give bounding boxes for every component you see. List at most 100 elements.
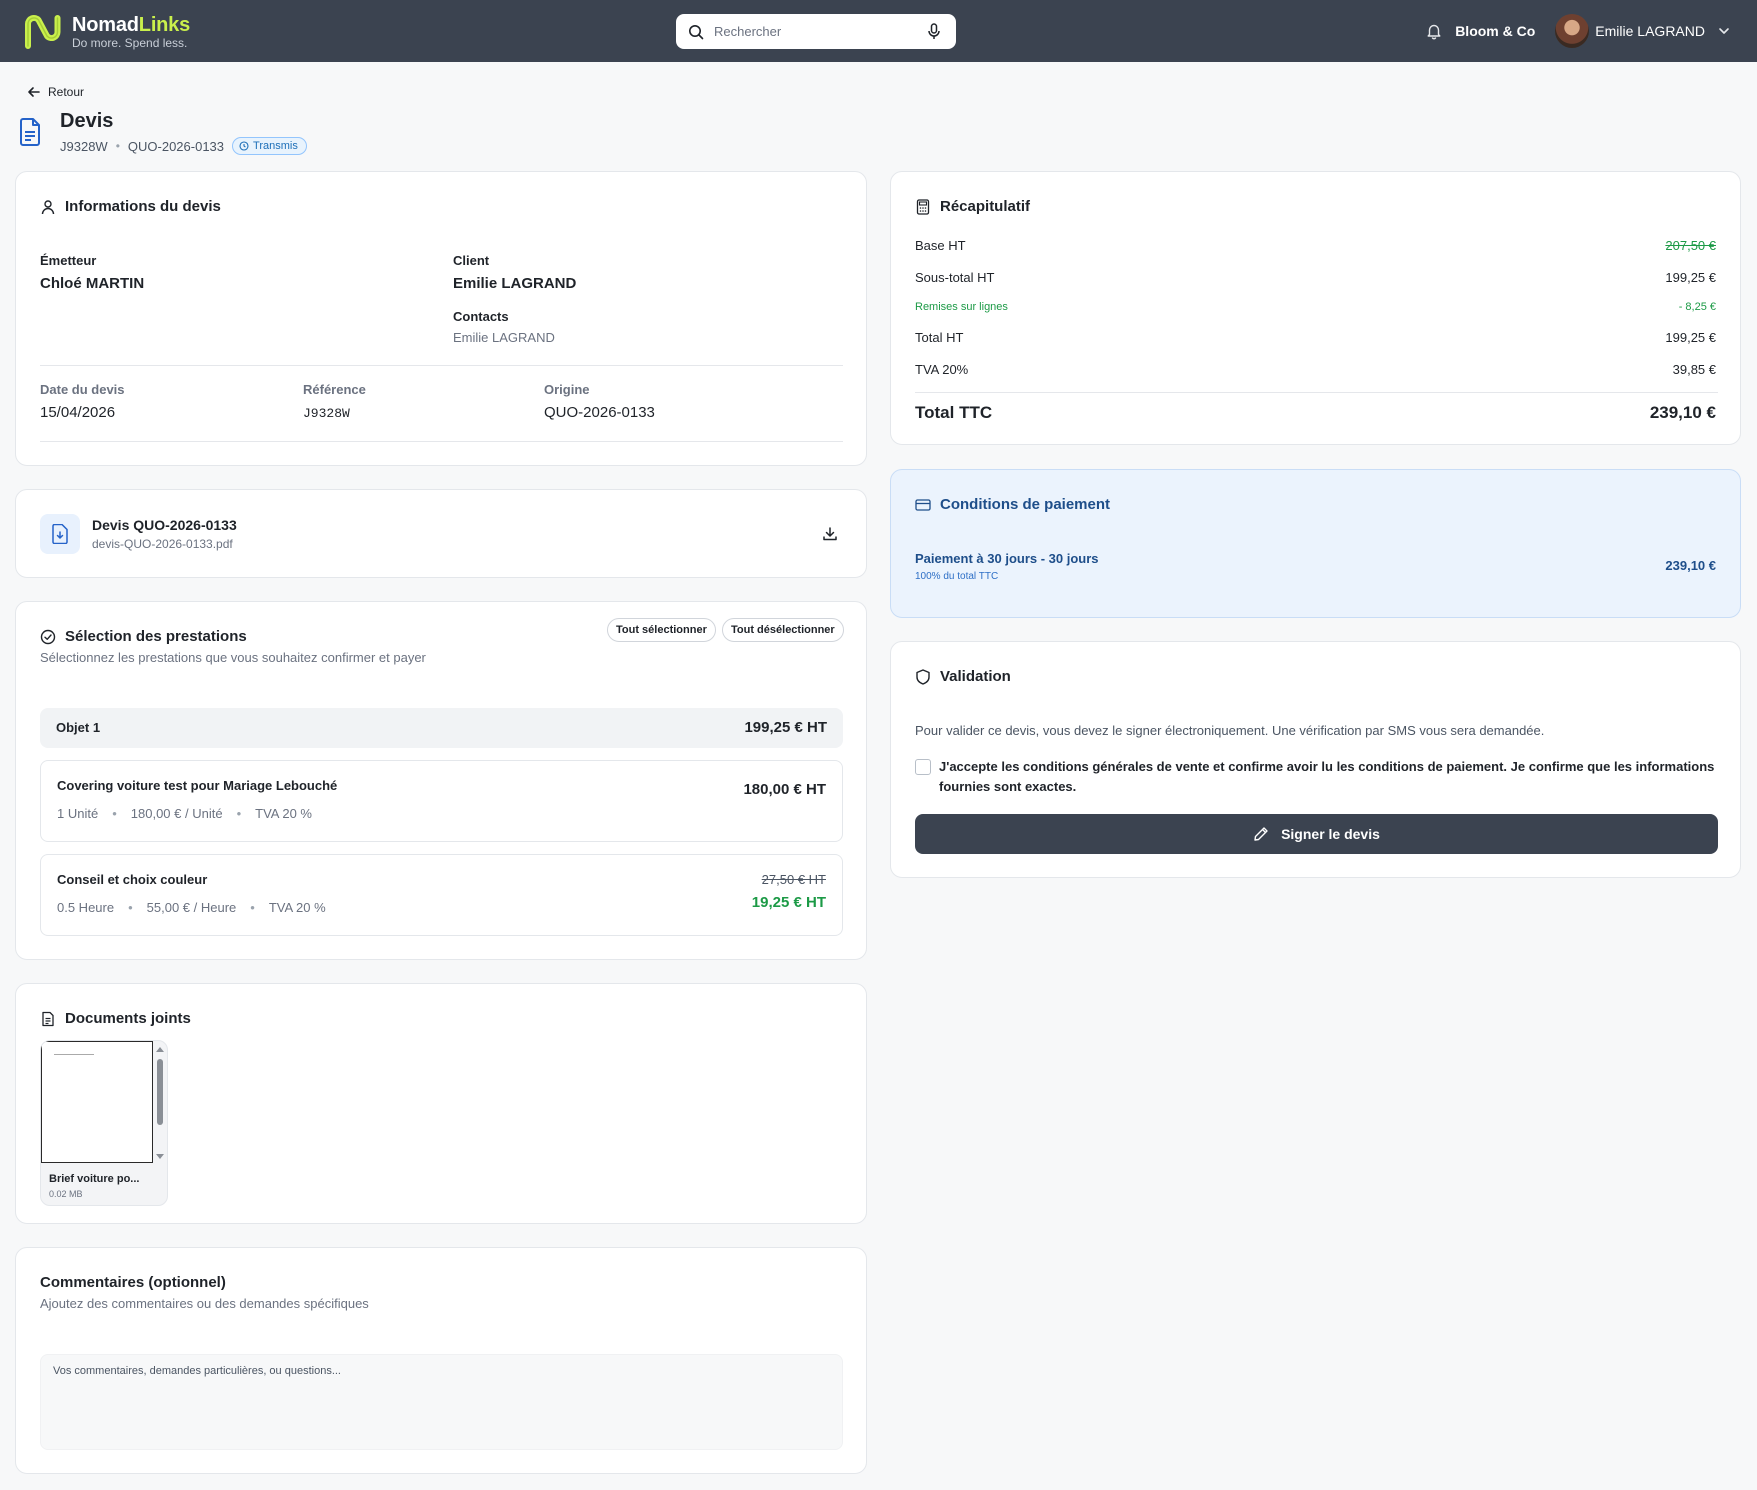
back-link[interactable]: Retour — [26, 84, 84, 100]
summary-row-value: - 8,25 € — [1678, 301, 1716, 313]
client-label: Client — [453, 253, 490, 268]
validation-card: Validation Pour valider ce devis, vous d… — [890, 641, 1741, 878]
quote-info-title-text: Informations du devis — [65, 198, 221, 215]
search-icon — [689, 24, 704, 39]
service-tva: TVA 20 % — [255, 806, 312, 821]
service-group-header: Objet 1 199,25 € HT — [40, 708, 843, 748]
attachments-title: Documents joints — [40, 1010, 191, 1027]
quote-info-card: Informations du devis Émetteur Chloé MAR… — [15, 171, 867, 466]
payment-term: Paiement à 30 jours - 30 jours — [915, 551, 1099, 566]
summary-total-ttc: Total TTC 239,10 € — [915, 403, 1716, 423]
client-value: Emilie LAGRAND — [453, 275, 577, 292]
summary-row-total-ht: Total HT 199,25 € — [915, 330, 1716, 345]
summary-row-value: 39,85 € — [1672, 362, 1716, 377]
bell-icon[interactable] — [1425, 22, 1443, 40]
scroll-down-arrow-icon[interactable] — [155, 1153, 165, 1161]
service-discounted-price: 19,25 € HT — [751, 894, 826, 911]
payment-conditions-card: Conditions de paiement Paiement à 30 jou… — [890, 469, 1741, 618]
contacts-label: Contacts — [453, 309, 509, 324]
company-name[interactable]: Bloom & Co — [1455, 23, 1535, 39]
summary-row-label: Remises sur lignes — [915, 301, 1008, 313]
separator-dot: • — [236, 806, 242, 821]
brand-logo[interactable]: NomadLinks Do more. Spend less. — [22, 12, 190, 52]
summary-row-label: TVA 20% — [915, 362, 969, 377]
preview-scrollbar[interactable] — [155, 1045, 165, 1161]
attachment-size: 0.02 MB — [49, 1189, 83, 1199]
origin-value: QUO-2026-0133 — [544, 404, 655, 421]
payment-amount: 239,10 € — [1665, 558, 1716, 573]
file-download-icon — [52, 524, 68, 544]
scrollbar-thumb[interactable] — [157, 1059, 163, 1125]
download-icon[interactable] — [822, 526, 838, 542]
attachment-thumbnail[interactable]: Brief voiture po... 0.02 MB — [40, 1040, 168, 1206]
brand-text: NomadLinks Do more. Spend less. — [72, 14, 190, 50]
comments-textarea[interactable] — [40, 1354, 843, 1450]
service-name: Conseil et choix couleur — [57, 872, 208, 887]
summary-row-tva: TVA 20% 39,85 € — [915, 362, 1716, 377]
reference-value: J9328W — [303, 406, 350, 421]
deselect-all-button[interactable]: Tout désélectionner — [722, 618, 844, 642]
total-ttc-label: Total TTC — [915, 403, 993, 422]
payment-subtext: 100% du total TTC — [915, 571, 999, 582]
summary-card: Récapitulatif Base HT 207,50 € Sous-tota… — [890, 171, 1741, 445]
service-group-name: Objet 1 — [56, 720, 101, 735]
user-name[interactable]: Emilie LAGRAND — [1595, 23, 1705, 39]
search-input[interactable] — [714, 24, 914, 39]
summary-title-text: Récapitulatif — [940, 198, 1031, 215]
validation-title: Validation — [915, 668, 1011, 685]
summary-row-value: 199,25 € — [1665, 270, 1716, 285]
summary-row-label: Base HT — [915, 238, 966, 253]
terms-checkbox[interactable] — [915, 759, 931, 775]
search-bar[interactable] — [676, 14, 956, 49]
select-all-button[interactable]: Tout sélectionner — [607, 618, 716, 642]
validation-title-text: Validation — [940, 668, 1011, 685]
service-unit-price: 55,00 € / Heure — [146, 900, 237, 915]
service-unit-price: 180,00 € / Unité — [130, 806, 223, 821]
nomadlinks-logo-icon — [24, 14, 61, 49]
attachment-name: Brief voiture po... — [49, 1173, 140, 1185]
sign-quote-button[interactable]: Signer le devis — [915, 814, 1718, 854]
pdf-title: Devis QUO-2026-0133 — [92, 517, 237, 533]
microphone-icon[interactable] — [926, 23, 942, 40]
clock-icon — [239, 141, 249, 151]
date-value: 15/04/2026 — [40, 404, 116, 421]
preview-text-line — [54, 1054, 94, 1055]
quote-subline: J9328W • QUO-2026-0133 Transmis — [60, 137, 307, 155]
attachments-card: Documents joints Brief voiture po... 0.0… — [15, 983, 867, 1224]
pen-icon — [1254, 827, 1268, 841]
service-line-item[interactable]: Covering voiture test pour Mariage Lebou… — [40, 760, 843, 842]
service-tva: TVA 20 % — [268, 900, 326, 915]
reference-label: Référence — [303, 382, 366, 397]
quote-ref-code: J9328W — [60, 138, 108, 154]
service-group-total: 199,25 € HT — [744, 719, 827, 736]
file-text-icon — [42, 1011, 54, 1026]
summary-row-label: Total HT — [915, 330, 964, 345]
sign-quote-label: Signer le devis — [1281, 826, 1380, 842]
scroll-up-arrow-icon[interactable] — [155, 1045, 165, 1053]
services-selection-card: Sélection des prestations Tout sélection… — [15, 601, 867, 960]
service-quantity: 1 Unité — [57, 806, 99, 821]
service-meta: 0.5 Heure • 55,00 € / Heure • TVA 20 % — [57, 900, 326, 915]
emitter-value: Chloé MARTIN — [40, 275, 145, 292]
top-navigation-bar: NomadLinks Do more. Spend less. Bloom & … — [0, 0, 1757, 62]
summary-row-base-ht: Base HT 207,50 € — [915, 238, 1716, 253]
calculator-icon — [916, 198, 930, 215]
separator-dot: • — [128, 900, 133, 915]
contacts-value: Emilie LAGRAND — [453, 330, 555, 345]
service-price: 180,00 € HT — [743, 781, 826, 798]
service-name: Covering voiture test pour Mariage Lebou… — [57, 778, 338, 793]
terms-checkbox-label[interactable]: J'accepte les conditions générales de ve… — [939, 757, 1719, 797]
comments-card: Commentaires (optionnel) Ajoutez des com… — [15, 1247, 867, 1474]
summary-title: Récapitulatif — [915, 198, 1030, 215]
quote-pdf-card[interactable]: Devis QUO-2026-0133 devis-QUO-2026-0133.… — [15, 489, 867, 578]
attachments-title-text: Documents joints — [65, 1010, 191, 1027]
separator-dot: • — [112, 806, 117, 821]
validation-instructions: Pour valider ce devis, vous devez le sig… — [915, 723, 1545, 738]
divider — [40, 441, 843, 442]
service-line-item[interactable]: Conseil et choix couleur 0.5 Heure • 55,… — [40, 854, 843, 936]
chevron-down-icon[interactable] — [1717, 24, 1731, 38]
service-quantity: 0.5 Heure — [57, 900, 115, 915]
user-avatar[interactable] — [1555, 14, 1590, 48]
document-icon — [20, 118, 40, 146]
payment-title: Conditions de paiement — [915, 496, 1110, 513]
